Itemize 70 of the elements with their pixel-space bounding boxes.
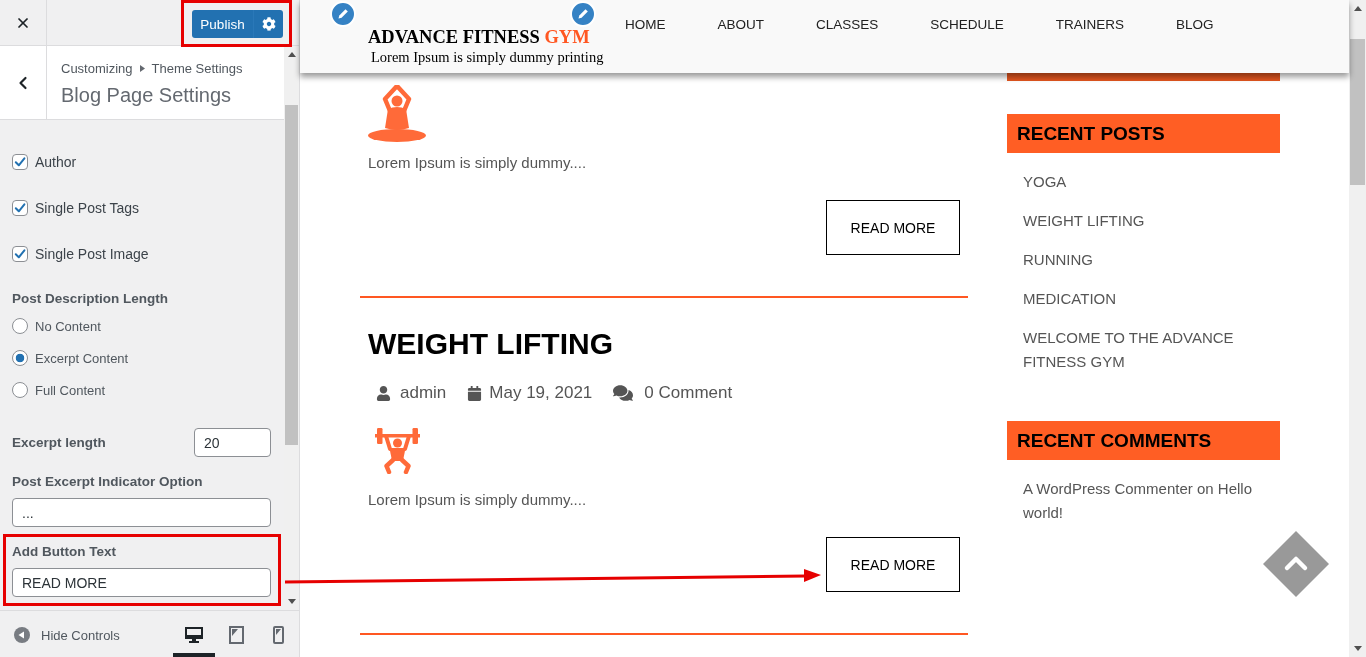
site-tagline: Lorem Ipsum is simply dummy printing [371,48,605,66]
excerpt-length-input[interactable]: 20 [194,428,271,457]
arrow-down-icon[interactable] [1353,646,1362,651]
user-icon [376,385,391,401]
read-more-button[interactable]: READ MORE [826,200,960,255]
calendar-icon [467,385,483,401]
radio-button[interactable] [12,318,28,334]
site-title[interactable]: ADVANCE FITNESS GYM [368,26,608,48]
nav-link[interactable]: SCHEDULE [930,16,1004,34]
scrollbar[interactable] [1349,0,1366,657]
pencil-icon[interactable] [570,1,596,27]
arrow-down-icon[interactable] [287,599,296,604]
widget-link[interactable]: WEIGHT LIFTING [1023,209,1273,233]
post-title[interactable]: WEIGHT LIFTING [368,326,968,362]
radio-label: No Content [35,318,101,334]
radio-label: Full Content [35,382,106,398]
settings-button[interactable] [253,10,283,38]
checkbox[interactable] [12,154,28,170]
nav-link[interactable]: ABOUT [717,16,764,34]
scroll-to-top-button[interactable] [1263,531,1329,597]
widget-link[interactable]: A WordPress Commenter on Hello world! [1023,477,1273,525]
desktop-icon [185,627,203,643]
radio-label: Excerpt Content [35,350,129,366]
gear-icon [261,17,276,31]
checkbox[interactable] [12,200,28,216]
radio-button[interactable] [12,382,28,398]
scrollbar-thumb[interactable] [285,105,298,445]
hide-controls-button[interactable]: Hide Controls [0,611,120,657]
section-label: Post Description Length [12,290,169,308]
scrollbar-thumb[interactable] [1350,39,1365,185]
publish-button[interactable]: Publish [192,10,253,38]
nav-link[interactable]: CLASSES [816,16,879,34]
arrow-up-icon[interactable] [287,52,296,57]
checkbox-label: Single Post Image [35,246,149,262]
post-author[interactable]: admin [400,381,447,405]
checkbox[interactable] [12,246,28,262]
yoga-figure-icon [368,85,426,142]
pencil-icon[interactable] [330,1,356,27]
field-label: Post Excerpt Indicator Option [12,473,204,491]
comments-icon [613,383,634,403]
breadcrumb-text: Theme Settings [151,60,243,76]
widget-title: RECENT COMMENTS [1007,421,1280,460]
widget-link[interactable]: RUNNING [1023,248,1273,272]
post-comments[interactable]: 0 Comment [644,381,733,405]
breadcrumb-text: Customizing [61,60,133,76]
widget-link[interactable]: MEDICATION [1023,287,1273,311]
field-label: Excerpt length [12,433,106,452]
field-label: Add Button Text [12,543,117,561]
widget-title: RECENT POSTS [1007,114,1280,153]
radio-button[interactable] [12,350,28,366]
widget-link[interactable]: YOGA [1023,170,1273,194]
nav-link[interactable]: BLOG [1176,16,1214,34]
post-excerpt: Lorem Ipsum is simply dummy.... [368,153,588,173]
panel-title: Blog Page Settings [61,83,233,108]
post-excerpt: Lorem Ipsum is simply dummy.... [368,490,588,510]
checkbox-label: Single Post Tags [35,200,140,216]
post-date[interactable]: May 19, 2021 [489,381,593,405]
weightlifter-icon [375,428,420,474]
chevron-up-icon [1284,556,1308,571]
button-text-input[interactable]: READ MORE [12,568,271,597]
nav-link[interactable]: TRAINERS [1055,16,1125,34]
caret-right-icon [139,64,145,72]
widget-link[interactable]: WELCOME TO THE ADVANCE FITNESS GYM [1023,326,1273,374]
checkbox-label: Author [35,154,77,170]
arrow-up-icon[interactable] [1353,6,1362,11]
tablet-icon [228,626,244,644]
nav-link[interactable]: HOME [625,16,666,34]
mobile-phone-icon [272,626,284,644]
excerpt-indicator-input[interactable]: ... [12,498,271,527]
read-more-button[interactable]: READ MORE [826,537,960,592]
